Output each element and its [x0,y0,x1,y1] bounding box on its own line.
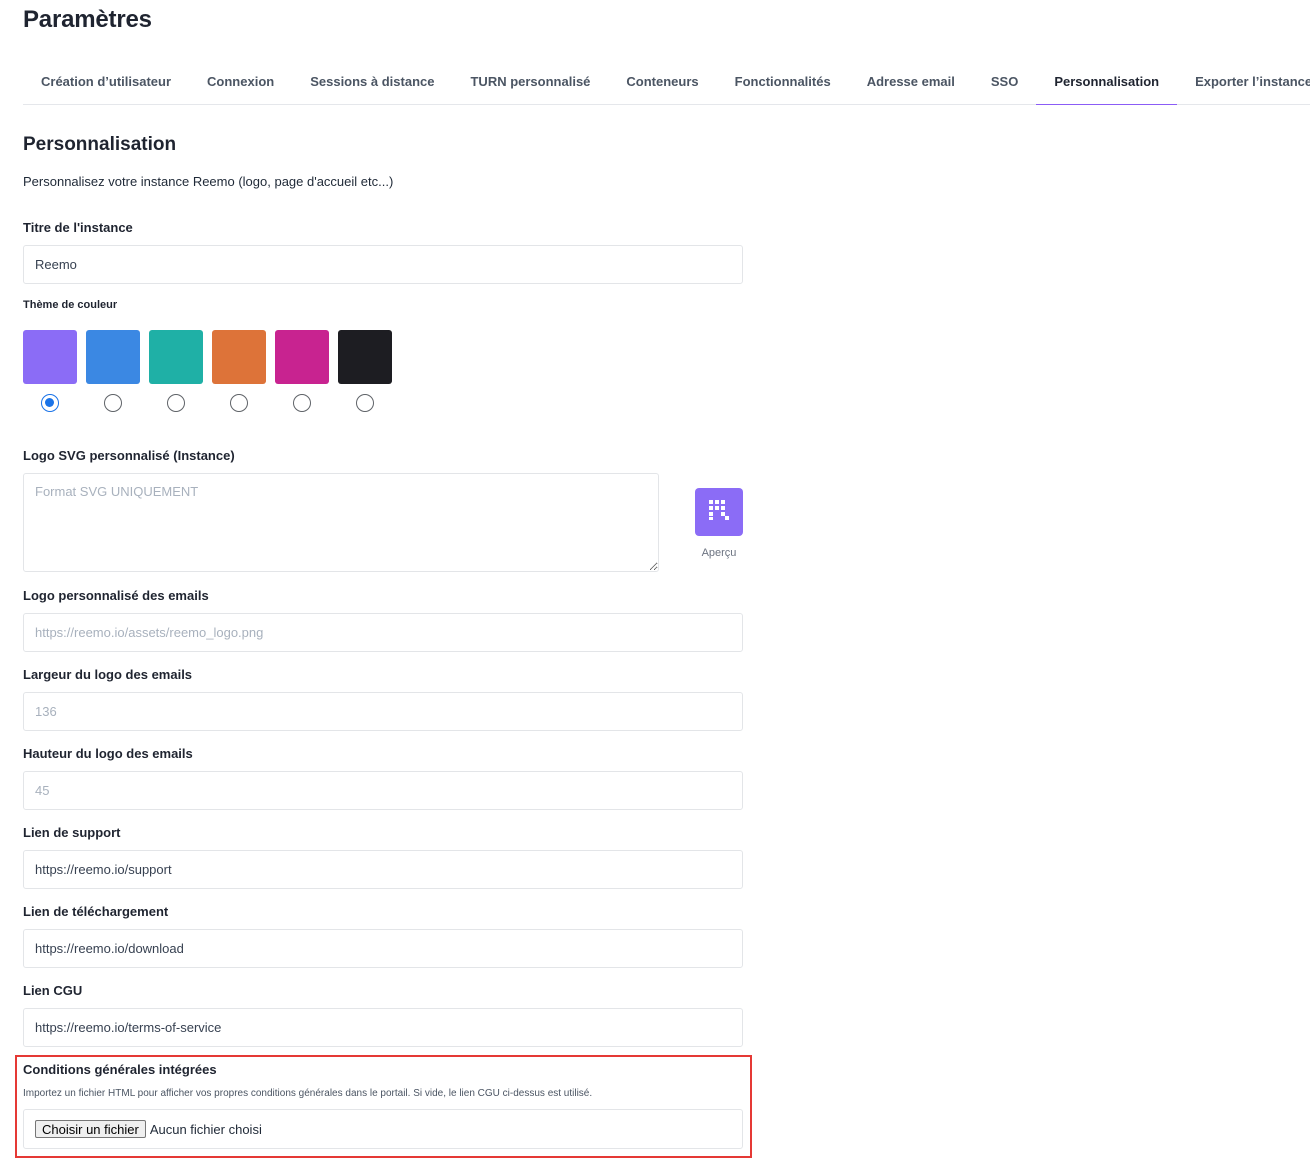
download-link-label: Lien de téléchargement [23,904,169,919]
tab-connection[interactable]: Connexion [189,58,292,104]
color-swatch-magenta[interactable] [275,330,329,384]
tab-customization[interactable]: Personnalisation [1036,58,1177,105]
color-swatch-blue[interactable] [86,330,140,384]
reemo-logo-icon [707,498,731,527]
support-link-label: Lien de support [23,825,121,840]
section-title: Personnalisation [23,134,177,155]
color-radio-teal[interactable] [167,394,185,412]
download-link-input[interactable] [23,929,743,968]
color-option [23,330,77,412]
instance-title-input[interactable] [23,245,743,284]
file-status: Aucun fichier choisi [149,1121,262,1137]
color-radio-orange[interactable] [230,394,248,412]
email-logo-height-input[interactable] [23,771,743,810]
color-option [275,330,329,412]
email-logo-width-input[interactable] [23,692,743,731]
cgu-link-label: Lien CGU [23,983,83,998]
settings-tabs: Création d’utilisateur Connexion Session… [23,58,1310,105]
color-theme-label: Thème de couleur [23,299,118,311]
preview-label: Aperçu [701,547,737,559]
email-logo-width-label: Largeur du logo des emails [23,667,193,682]
embedded-terms-file-input: Choisir un fichier Aucun fichier choisi [23,1109,743,1149]
support-link-input[interactable] [23,850,743,889]
tab-remote-sessions[interactable]: Sessions à distance [292,58,452,104]
logo-preview [695,488,743,536]
color-theme-options [23,330,392,412]
section-description: Personnalisez votre instance Reemo (logo… [23,174,394,189]
color-radio-blue[interactable] [104,394,122,412]
color-option [86,330,140,412]
tab-containers[interactable]: Conteneurs [608,58,716,104]
email-logo-height-label: Hauteur du logo des emails [23,746,193,761]
tab-sso[interactable]: SSO [973,58,1036,104]
page-title: Paramètres [23,6,152,33]
color-swatch-purple[interactable] [23,330,77,384]
color-option [149,330,203,412]
color-option [212,330,266,412]
embedded-terms-description: Importez un fichier HTML pour afficher v… [23,1088,593,1099]
color-swatch-orange[interactable] [212,330,266,384]
color-radio-black[interactable] [356,394,374,412]
color-option [338,330,392,412]
tab-export-instance[interactable]: Exporter l’instance [1177,58,1310,104]
tab-features[interactable]: Fonctionnalités [717,58,849,104]
cgu-link-input[interactable] [23,1008,743,1047]
color-radio-purple[interactable] [41,394,59,412]
color-radio-magenta[interactable] [293,394,311,412]
color-swatch-teal[interactable] [149,330,203,384]
color-swatch-black[interactable] [338,330,392,384]
tab-email-address[interactable]: Adresse email [849,58,973,104]
email-logo-label: Logo personnalisé des emails [23,588,209,603]
tab-user-creation[interactable]: Création d’utilisateur [23,58,189,104]
choose-file-button[interactable]: Choisir un fichier [35,1120,146,1138]
svg-logo-textarea[interactable] [23,473,659,572]
embedded-terms-label: Conditions générales intégrées [23,1062,217,1077]
tab-custom-turn[interactable]: TURN personnalisé [452,58,608,104]
svg-logo-label: Logo SVG personnalisé (Instance) [23,448,235,463]
instance-title-label: Titre de l'instance [23,220,133,235]
email-logo-input[interactable] [23,613,743,652]
